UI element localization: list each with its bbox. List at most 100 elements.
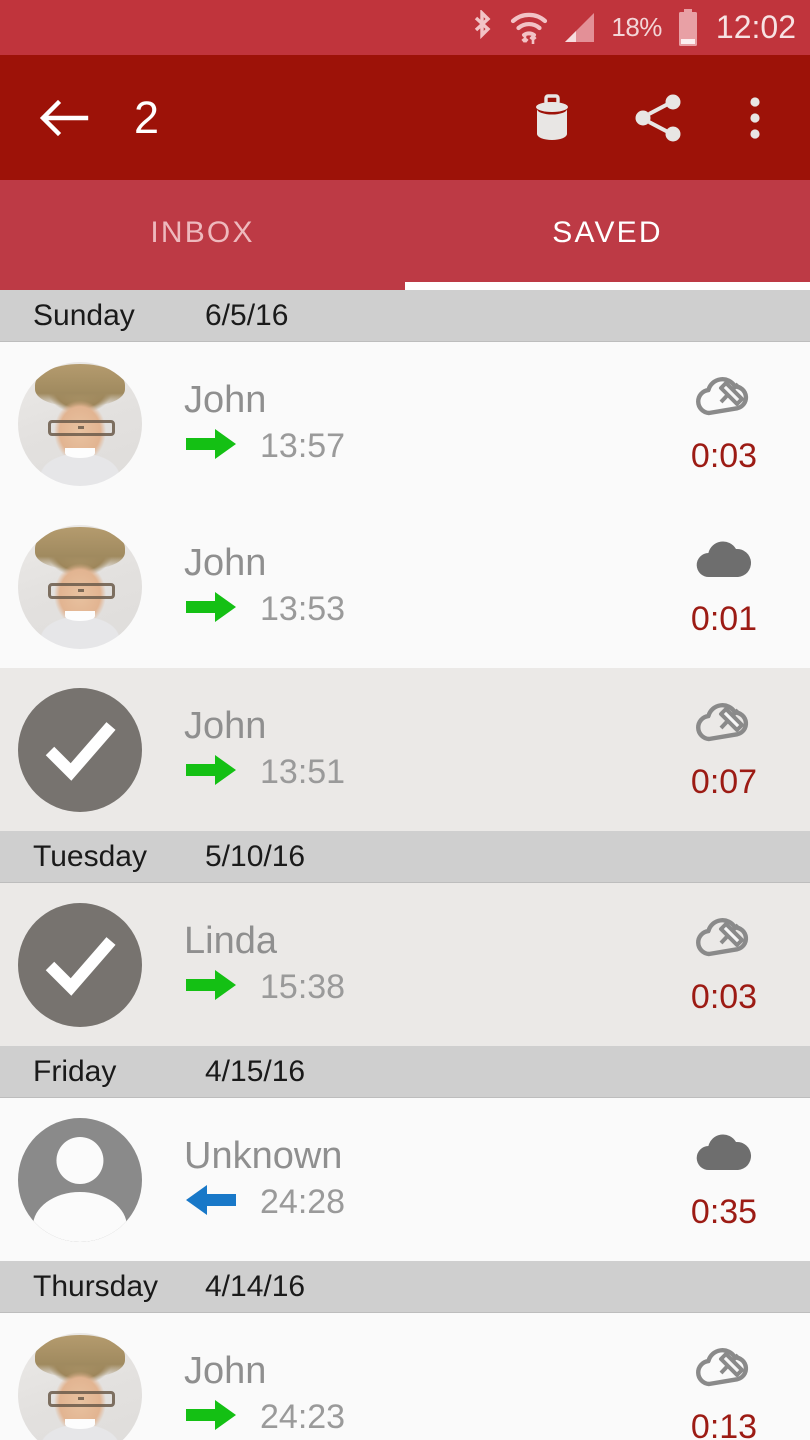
cloud-filled-icon[interactable] [693,1128,755,1179]
call-subline: 13:57 [184,427,666,466]
call-list[interactable]: Sunday 6/5/16 John 13:57 0:03 John 13:53 0:01 Jo… [0,290,810,1440]
call-meta: 0:07 [666,698,782,802]
call-duration: 0:01 [690,599,758,638]
avatar-photo-hair [35,1334,125,1378]
avatar-unknown-person[interactable] [18,1117,142,1242]
call-details: John 13:53 [184,542,666,629]
call-time: 24:28 [260,1182,346,1221]
call-meta: 0:01 [666,535,782,639]
avatar-photo-glasses [47,1390,115,1407]
call-duration: 0:03 [690,977,758,1016]
battery-icon [676,8,700,48]
tab-inbox-label: INBOX [150,216,255,249]
call-row[interactable]: John 13:51 0:07 [0,668,810,831]
date-header: Tuesday 5/10/16 [0,831,810,883]
back-arrow-icon[interactable] [36,90,92,146]
call-row[interactable]: Unknown 24:28 0:35 [0,1098,810,1261]
call-contact-name: John [184,1350,267,1393]
arrow-right-green-icon [184,590,238,629]
arrow-right-green-icon [184,1398,238,1437]
call-meta: 0:13 [666,1343,782,1440]
call-subline: 24:23 [184,1398,666,1437]
date-header-date: 4/15/16 [205,1054,306,1088]
call-row[interactable]: Linda 15:38 0:03 [0,883,810,1046]
call-details: John 13:57 [184,379,666,466]
arrow-right-green-icon [184,753,238,792]
cloud-pinned-icon[interactable] [693,698,755,749]
avatar-photo-glasses [47,582,115,599]
call-time: 15:38 [260,967,346,1006]
call-duration: 0:07 [690,762,758,801]
call-meta: 0:03 [666,913,782,1017]
cellular-signal-icon [563,11,597,45]
call-row[interactable]: John 13:53 0:01 [0,505,810,668]
avatar-photo-hair [35,363,125,407]
call-subline: 15:38 [184,968,666,1007]
bluetooth-icon [469,9,495,46]
call-contact-name: John [184,379,267,422]
call-time: 13:57 [260,426,346,465]
arrow-right-green-icon [184,968,238,1007]
avatar-photo-mouth [65,1419,95,1430]
cloud-pinned-icon[interactable] [693,913,755,964]
selection-count-label: 2 [134,91,160,143]
date-header-date: 6/5/16 [205,298,289,332]
call-meta: 0:03 [666,372,782,476]
call-details: John 13:51 [184,705,666,792]
call-contact-name: Linda [184,920,277,963]
avatar[interactable] [18,1332,142,1440]
avatar-photo-mouth [65,611,95,622]
trash-icon[interactable] [524,90,580,146]
call-duration: 0:35 [690,1192,758,1231]
call-details: Unknown 24:28 [184,1135,666,1222]
person-head-icon [56,1137,104,1185]
call-contact-name: Unknown [184,1135,343,1178]
tab-bar: INBOX SAVED [0,180,810,290]
avatar-photo-hair [35,526,125,570]
tab-saved[interactable]: SAVED [405,180,810,290]
more-vertical-icon[interactable] [740,90,770,146]
date-header-day: Friday [33,1054,117,1088]
checkmark-icon [45,721,116,781]
tab-saved-label: SAVED [552,216,663,249]
cloud-filled-icon[interactable] [693,535,755,586]
avatar-selected-checkmark[interactable] [18,902,142,1027]
cloud-pinned-icon[interactable] [693,1343,755,1394]
call-details: John 24:23 [184,1350,666,1437]
call-subline: 24:28 [184,1183,666,1222]
call-time: 13:53 [260,589,346,628]
status-bar: 18% 12:02 [0,0,810,55]
avatar-photo-mouth [65,448,95,459]
date-header-date: 4/14/16 [205,1269,306,1303]
call-contact-name: John [184,542,267,585]
call-contact-name: John [184,705,267,748]
checkmark-icon [45,936,116,996]
date-header-date: 5/10/16 [205,839,306,873]
action-toolbar: 2 [0,55,810,180]
date-header: Sunday 6/5/16 [0,290,810,342]
call-row[interactable]: John 13:57 0:03 [0,342,810,505]
tab-active-indicator [405,282,810,290]
date-header-day: Tuesday [33,839,147,873]
call-duration: 0:13 [690,1407,758,1440]
person-body-icon [32,1191,128,1242]
cloud-pinned-icon[interactable] [693,372,755,423]
tab-inbox[interactable]: INBOX [0,180,405,290]
call-time: 24:23 [260,1397,346,1436]
wifi-icon [509,10,549,46]
call-duration: 0:03 [690,436,758,475]
date-header-day: Thursday [33,1269,159,1303]
call-details: Linda 15:38 [184,920,666,1007]
call-subline: 13:51 [184,753,666,792]
date-header: Friday 4/15/16 [0,1046,810,1098]
share-icon[interactable] [630,90,686,146]
call-subline: 13:53 [184,590,666,629]
avatar-selected-checkmark[interactable] [18,687,142,812]
status-bar-clock: 12:02 [715,9,796,45]
date-header-day: Sunday [33,298,135,332]
call-meta: 0:35 [666,1128,782,1232]
avatar[interactable] [18,524,142,649]
avatar[interactable] [18,361,142,486]
call-row[interactable]: John 24:23 0:13 [0,1313,810,1440]
arrow-left-blue-icon [184,1183,238,1222]
